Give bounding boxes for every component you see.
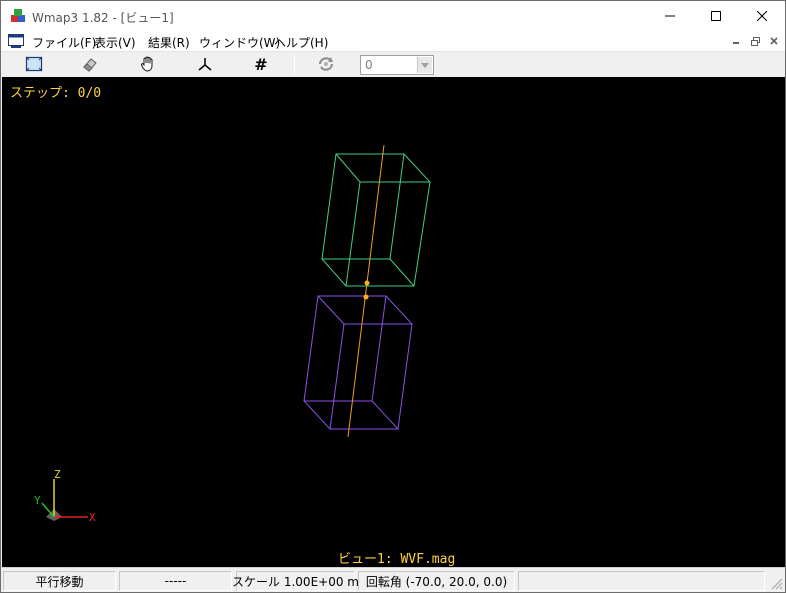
toolbar-separator — [294, 55, 295, 74]
lower-box-edge — [371, 400, 399, 430]
minimize-icon — [733, 42, 739, 44]
axis-triad: Z X Y — [34, 468, 96, 524]
menu-result[interactable]: 結果(R) — [148, 34, 190, 51]
grid-hash-icon: # — [254, 54, 268, 74]
upper-box-outline — [321, 153, 431, 287]
menu-help[interactable]: ヘルプ(H) — [274, 34, 328, 51]
center-axis-line — [347, 144, 385, 438]
step-select-value: 0 — [365, 58, 373, 72]
status-empty-pane — [518, 571, 765, 591]
status-rotation: 回転角 (-70.0, 20.0, 0.0) — [358, 571, 515, 591]
minimize-button[interactable] — [647, 1, 693, 31]
pan-button[interactable] — [136, 53, 160, 75]
child-close-button[interactable] — [767, 34, 781, 48]
lower-box-edge — [317, 295, 345, 325]
axes-icon — [198, 58, 212, 71]
upper-box-edge — [389, 258, 415, 287]
x-axis-label: X — [89, 511, 96, 524]
status-mode: 平行移動 — [3, 571, 116, 591]
toolbar: # 0 — [1, 51, 785, 77]
close-icon — [757, 11, 767, 21]
rotate-icon — [318, 57, 334, 71]
restore-icon — [750, 36, 760, 46]
resize-grip-icon[interactable] — [769, 576, 783, 590]
step-select[interactable]: 0 — [360, 55, 434, 75]
maximize-icon — [711, 11, 721, 21]
title-bar[interactable]: Wmap3 1.82 - [ビュー1] — [1, 1, 785, 31]
pan-hand-icon — [141, 56, 153, 72]
child-minimize-button[interactable] — [729, 34, 743, 48]
model-scene: Z X Y — [34, 144, 431, 524]
upper-box-edge — [335, 153, 361, 183]
app-icon — [11, 9, 25, 22]
fit-view-button[interactable] — [22, 53, 46, 75]
lower-box-outline — [303, 295, 413, 430]
eraser-icon — [83, 58, 97, 72]
center-marker — [364, 280, 370, 286]
chevron-down-icon — [421, 62, 429, 68]
status-mode-text: 平行移動 — [35, 574, 84, 589]
lower-box-edge — [371, 295, 387, 402]
step-select-dropdown-button[interactable] — [417, 57, 432, 73]
menu-file[interactable]: ファイル(F) — [32, 34, 96, 51]
status-scale-text: スケール 1.00E+00 m — [232, 574, 359, 589]
upper-box-edge — [345, 181, 361, 287]
menu-view[interactable]: 表示(V) — [94, 34, 136, 51]
close-button[interactable] — [739, 1, 785, 31]
lower-coil-box — [303, 295, 413, 430]
minimize-icon — [665, 15, 675, 17]
status-rotation-text: 回転角 (-70.0, 20.0, 0.0) — [365, 574, 508, 589]
status-bar: 平行移動 ----- スケール 1.00E+00 m 回転角 (-70.0, 2… — [1, 567, 785, 592]
view-canvas[interactable]: Z X Y ステップ: 0/0 ビュー1: WVF.mag — [2, 77, 785, 567]
lower-box-edge — [329, 323, 345, 430]
eraser-button[interactable] — [78, 53, 102, 75]
close-icon — [770, 37, 778, 45]
center-marker — [363, 294, 369, 300]
fit-view-icon — [25, 56, 43, 72]
step-indicator: ステップ: 0/0 — [10, 86, 102, 101]
rotate-button[interactable] — [314, 53, 338, 75]
menu-bar: ファイル(F) 表示(V) 結果(R) ウィンドウ(W) ヘルプ(H) — [1, 31, 785, 51]
upper-coil-box — [321, 153, 431, 287]
grid-button[interactable]: # — [249, 53, 273, 75]
window-title: Wmap3 1.82 - [ビュー1] — [32, 11, 174, 25]
view-caption: ビュー1: WVF.mag — [338, 552, 456, 567]
y-axis — [41, 502, 55, 518]
child-restore-button[interactable] — [748, 34, 762, 48]
upper-box-edge — [389, 153, 405, 260]
z-axis-label: Z — [54, 468, 61, 481]
axes-button[interactable] — [193, 53, 217, 75]
y-axis-label: Y — [34, 494, 41, 507]
status-scale: スケール 1.00E+00 m — [232, 571, 359, 591]
menu-window[interactable]: ウィンドウ(W) — [199, 34, 280, 51]
document-window-icon[interactable] — [8, 34, 24, 48]
app-window: Wmap3 1.82 - [ビュー1] ファイル(F) 表示(V) 結果(R) … — [0, 0, 786, 593]
status-info-text: ----- — [164, 574, 187, 588]
status-info: ----- — [119, 571, 232, 591]
maximize-button[interactable] — [693, 1, 739, 31]
